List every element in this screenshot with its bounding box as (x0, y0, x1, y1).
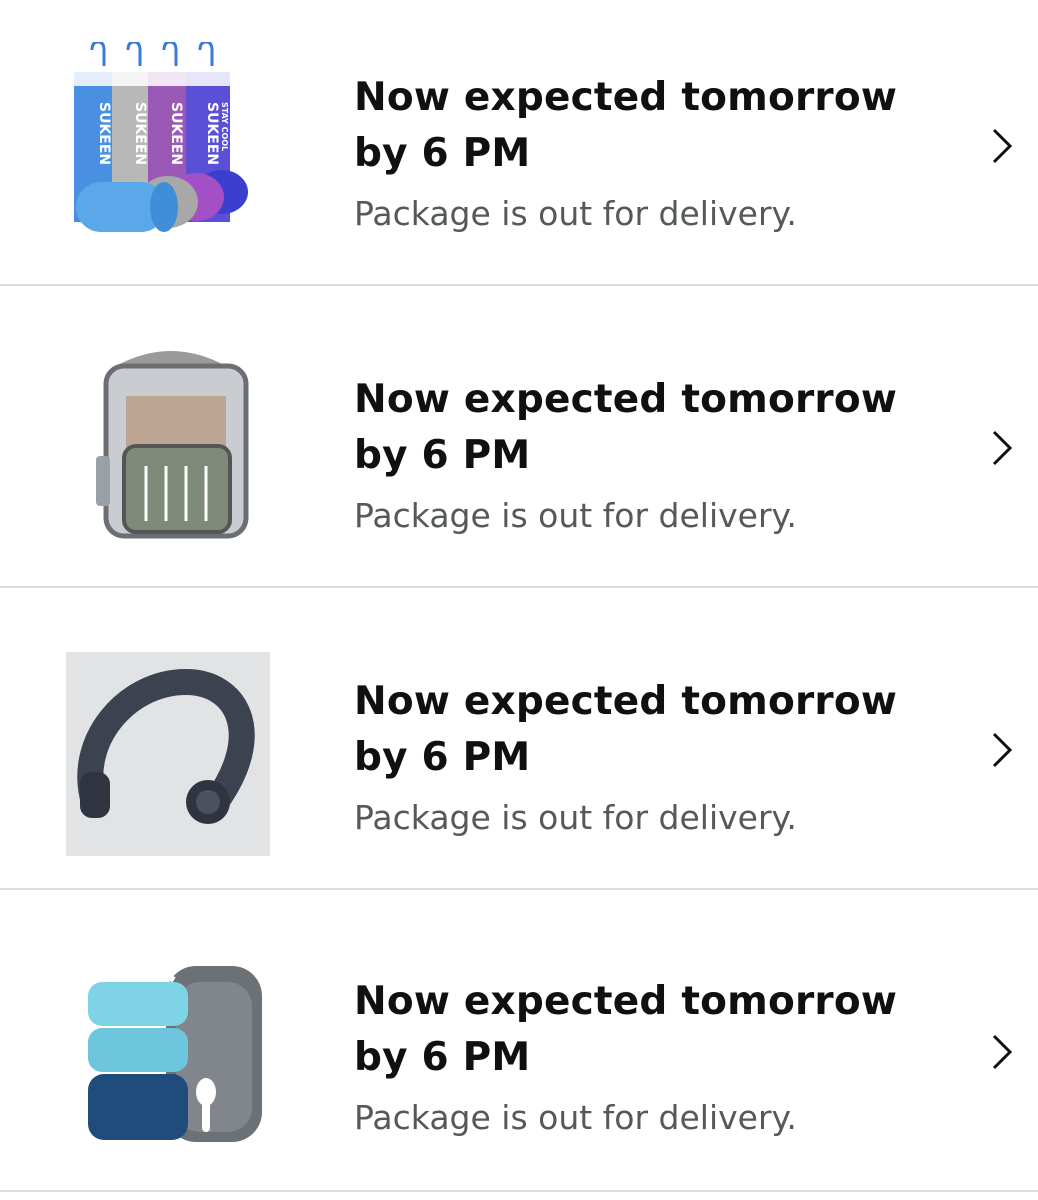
delivery-row[interactable]: SUKEEN SUKEEN SUKEEN SUKEEN STAY COOL No… (0, 0, 1038, 286)
chevron-right-icon[interactable] (988, 428, 1016, 468)
chevron-right-icon[interactable] (988, 126, 1016, 166)
brand-text-4: SUKEEN (204, 102, 220, 165)
delivery-eta: Now expected tomorrow by 6 PM (354, 75, 898, 176)
delivery-status: Package is out for delivery. (354, 798, 797, 837)
delivery-eta: Now expected tomorrow by 6 PM (354, 377, 898, 478)
chevron-right-icon[interactable] (988, 730, 1016, 770)
delivery-info: Now expected tomorrow by 6 PM Package is… (354, 372, 948, 538)
delivery-status: Package is out for delivery. (354, 194, 797, 233)
brand-text-2: SUKEEN (132, 102, 148, 165)
delivery-row[interactable]: Now expected tomorrow by 6 PM Package is… (0, 588, 1038, 890)
brand-text-1: SUKEEN (96, 102, 112, 165)
tag-text: STAY COOL (220, 102, 229, 151)
clear-backpack-image[interactable] (66, 336, 276, 546)
delivery-info: Now expected tomorrow by 6 PM Package is… (354, 674, 948, 840)
delivery-status: Package is out for delivery. (354, 1098, 797, 1137)
delivery-row[interactable]: Now expected tomorrow by 6 PM Package is… (0, 890, 1038, 1192)
delivery-list: SUKEEN SUKEEN SUKEEN SUKEEN STAY COOL No… (0, 0, 1038, 1200)
delivery-row[interactable]: Now expected tomorrow by 6 PM Package is… (0, 286, 1038, 588)
brand-text-3: SUKEEN (168, 102, 184, 165)
neck-fan-image[interactable] (66, 652, 276, 862)
delivery-info: Now expected tomorrow by 6 PM Package is… (354, 70, 948, 236)
lunch-box-set-image[interactable] (66, 942, 276, 1152)
chevron-right-icon[interactable] (988, 1032, 1016, 1072)
delivery-eta: Now expected tomorrow by 6 PM (354, 979, 898, 1080)
cooling-towel-pack-image[interactable]: SUKEEN SUKEEN SUKEEN SUKEEN STAY COOL (66, 40, 276, 252)
delivery-info: Now expected tomorrow by 6 PM Package is… (354, 974, 948, 1140)
delivery-eta: Now expected tomorrow by 6 PM (354, 679, 898, 780)
delivery-status: Package is out for delivery. (354, 496, 797, 535)
